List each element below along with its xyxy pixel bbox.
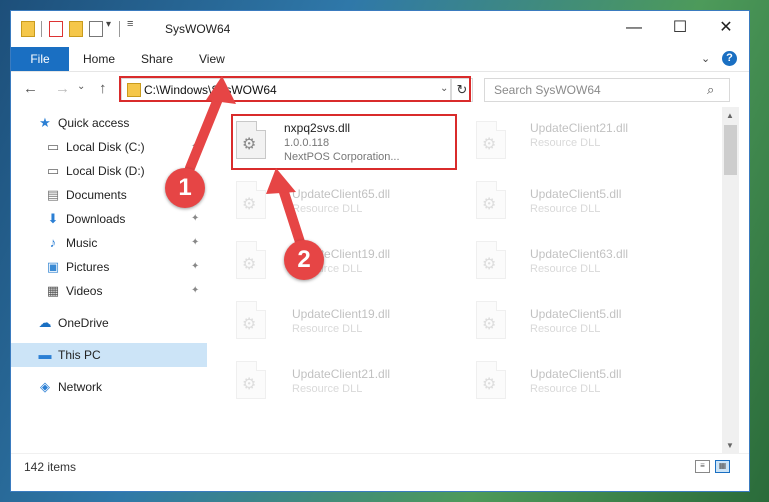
arrow-to-file bbox=[277, 181, 305, 247]
annotation-arrows bbox=[185, 76, 305, 247]
arrow-to-address bbox=[185, 89, 225, 173]
step-callout-2: 2 bbox=[284, 240, 324, 280]
arrowhead-address bbox=[206, 76, 236, 104]
arrowhead-file bbox=[266, 168, 296, 194]
step-callout-1: 1 bbox=[165, 168, 205, 208]
